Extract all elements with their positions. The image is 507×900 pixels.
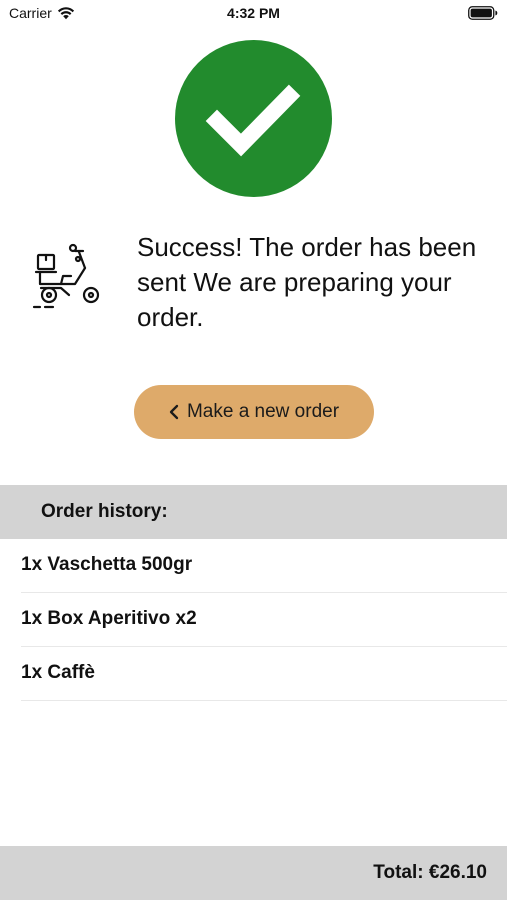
order-history-header: Order history: xyxy=(0,485,507,539)
list-item: 1x Caffè xyxy=(21,647,507,701)
order-history-title: Order history: xyxy=(41,501,168,522)
status-time: 4:32 PM xyxy=(227,5,280,21)
list-item: 1x Vaschetta 500gr xyxy=(21,539,507,593)
success-badge xyxy=(175,40,332,197)
chevron-left-icon xyxy=(169,404,179,420)
list-item: 1x Box Aperitivo x2 xyxy=(21,593,507,647)
battery-icon xyxy=(468,6,498,20)
order-total: Total: €26.10 xyxy=(373,862,487,883)
list-item-label: 1x Vaschetta 500gr xyxy=(21,554,193,575)
make-new-order-button[interactable]: Make a new order xyxy=(134,385,374,439)
scooter-icon xyxy=(32,243,100,309)
make-new-order-label: Make a new order xyxy=(186,401,340,422)
check-icon xyxy=(205,84,301,157)
order-history-list: 1x Vaschetta 500gr 1x Box Aperitivo x2 1… xyxy=(0,539,507,701)
success-message: Success! The order has been sent We are … xyxy=(137,232,477,332)
status-bar: Carrier 4:32 PM xyxy=(0,0,507,28)
list-item-label: 1x Caffè xyxy=(21,662,95,683)
total-bar: Total: €26.10 xyxy=(0,846,507,900)
list-item-label: 1x Box Aperitivo x2 xyxy=(21,608,197,629)
